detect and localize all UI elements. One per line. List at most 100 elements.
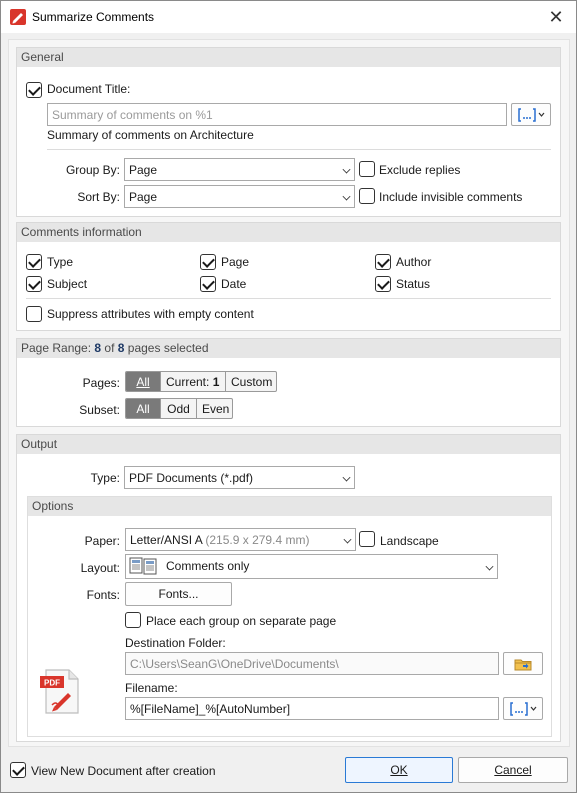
paper-select[interactable]: Letter/ANSI A (215.9 x 279.4 mm): [125, 528, 356, 551]
dialog-client: General Document Title: Summary of comme…: [1, 33, 576, 792]
options-header: Options: [28, 497, 551, 516]
cancel-label: Cancel: [494, 763, 532, 777]
macro-bracket-icon: [510, 702, 537, 716]
paper-dimensions: (215.9 x 279.4 mm): [205, 533, 310, 547]
comments-info-header: Comments information: [17, 223, 560, 242]
date-label: Date: [221, 277, 247, 291]
fonts-label: Fonts:: [86, 588, 120, 602]
author-checkbox[interactable]: [375, 254, 391, 270]
folder-icon: [514, 659, 532, 671]
subset-odd-option[interactable]: Odd: [161, 399, 197, 418]
layout-select[interactable]: Comments only: [125, 554, 498, 579]
subset-even-option[interactable]: Even: [197, 399, 232, 418]
page-label: Page: [221, 255, 250, 269]
pages-segmented: All Current: 1 Custom: [125, 371, 277, 392]
pages-current-text: Current:: [166, 375, 210, 389]
destination-folder-input[interactable]: C:\Users\SeanG\OneDrive\Documents\: [125, 652, 499, 675]
title-macro-button[interactable]: [511, 103, 551, 126]
ok-button[interactable]: OK: [345, 757, 453, 783]
type-checkbox[interactable]: [26, 254, 42, 270]
landscape-label: Landscape: [380, 534, 439, 548]
view-after-checkbox[interactable]: [10, 762, 26, 778]
pages-all-option[interactable]: All: [126, 372, 161, 391]
subset-label: Subset:: [79, 403, 120, 417]
sort-by-select[interactable]: Page: [124, 185, 355, 208]
filename-label: Filename:: [125, 681, 178, 695]
exclude-replies-label: Exclude replies: [379, 163, 461, 177]
chevron-down-icon: [342, 192, 351, 201]
macro-bracket-icon: [518, 108, 545, 122]
filename-input[interactable]: %[FileName]_%[AutoNumber]: [125, 697, 499, 720]
comments-info-group: Comments information Type Page Author Su…: [16, 222, 561, 331]
general-header: General: [17, 48, 560, 67]
document-title-input[interactable]: Summary of comments on %1: [47, 103, 507, 126]
group-by-select[interactable]: Page: [124, 158, 355, 181]
output-group: Output Type: PDF Documents (*.pdf) Optio…: [16, 434, 561, 742]
subject-label: Subject: [47, 277, 88, 291]
view-after-label: View New Document after creation: [31, 764, 216, 778]
output-type-value: PDF Documents (*.pdf): [129, 471, 254, 485]
sort-by-value: Page: [129, 190, 158, 204]
page-range-of: of: [101, 341, 118, 355]
filename-macro-button[interactable]: [503, 697, 543, 720]
document-title-preview: Summary of comments on Architecture: [47, 128, 254, 142]
suppress-empty-label: Suppress attributes with empty content: [47, 307, 254, 321]
page-range-header: Page Range: 8 of 8 pages selected: [17, 339, 560, 358]
title-bar: Summarize Comments ✕: [1, 1, 576, 33]
window-title: Summarize Comments: [32, 10, 155, 24]
output-type-label: Type:: [90, 471, 120, 485]
layout-pages-icon: [129, 557, 157, 575]
status-label: Status: [396, 277, 431, 291]
landscape-checkbox[interactable]: [359, 531, 375, 547]
general-divider: [47, 149, 551, 150]
date-checkbox[interactable]: [200, 276, 216, 292]
page-range-prefix: Page Range:: [21, 341, 95, 355]
pdf-document-icon: PDF: [40, 669, 79, 714]
ok-label: OK: [390, 763, 408, 777]
subset-all-option[interactable]: All: [126, 399, 161, 418]
page-range-group: Page Range: 8 of 8 pages selected Pages:…: [16, 338, 561, 427]
subject-checkbox[interactable]: [26, 276, 42, 292]
general-group: General Document Title: Summary of comme…: [16, 47, 561, 217]
separate-page-checkbox[interactable]: [125, 612, 141, 628]
chevron-down-icon: [342, 165, 351, 174]
chevron-down-icon: [342, 473, 351, 482]
output-header: Output: [17, 435, 560, 454]
pages-current-option[interactable]: Current: 1: [161, 372, 226, 391]
pages-label: Pages:: [82, 376, 120, 390]
author-label: Author: [396, 255, 432, 269]
options-group: Options Paper: Letter/ANSI A (215.9 x 27…: [27, 496, 552, 737]
include-invisible-checkbox[interactable]: [359, 188, 375, 204]
exclude-replies-checkbox[interactable]: [359, 161, 375, 177]
layout-value: Comments only: [166, 559, 250, 573]
comments-divider: [26, 298, 551, 299]
document-title-checkbox[interactable]: [26, 82, 42, 98]
output-type-select[interactable]: PDF Documents (*.pdf): [124, 466, 355, 489]
pages-current-number: 1: [212, 375, 220, 389]
app-logo-icon: [10, 9, 26, 25]
suppress-empty-checkbox[interactable]: [26, 306, 42, 322]
document-title-label: Document Title:: [47, 82, 131, 96]
browse-folder-button[interactable]: [503, 652, 543, 675]
pages-custom-option[interactable]: Custom: [226, 372, 276, 391]
include-invisible-label: Include invisible comments: [379, 190, 523, 204]
destination-folder-label: Destination Folder:: [125, 636, 226, 650]
paper-value: Letter/ANSI A: [130, 533, 203, 547]
cancel-button[interactable]: Cancel: [458, 757, 568, 783]
dialog-window: Summarize Comments ✕ General Document Ti…: [0, 0, 577, 793]
chevron-down-icon: [343, 535, 352, 544]
status-checkbox[interactable]: [375, 276, 391, 292]
paper-label: Paper:: [84, 534, 120, 548]
pdf-badge-text: PDF: [44, 679, 60, 688]
group-by-label: Group By:: [65, 163, 120, 177]
page-checkbox[interactable]: [200, 254, 216, 270]
fonts-button[interactable]: Fonts...: [125, 582, 232, 606]
type-label: Type: [47, 255, 74, 269]
page-range-suffix: pages selected: [124, 341, 209, 355]
close-icon: ✕: [548, 6, 564, 27]
sort-by-label: Sort By:: [77, 190, 120, 204]
chevron-down-icon: [485, 562, 494, 571]
group-by-value: Page: [129, 163, 158, 177]
close-button[interactable]: ✕: [536, 1, 576, 33]
subset-segmented: All Odd Even: [125, 398, 233, 419]
